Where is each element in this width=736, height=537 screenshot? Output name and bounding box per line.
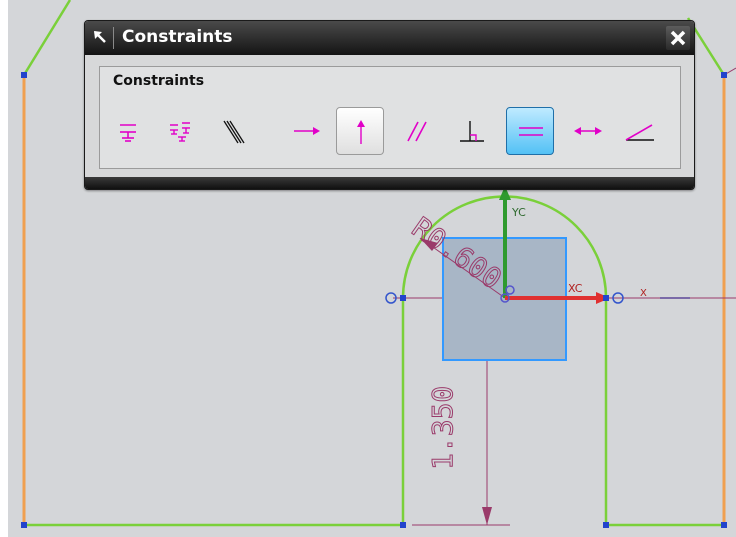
- fully-fixed-icon: [170, 122, 190, 142]
- fixed-button[interactable]: [104, 107, 152, 155]
- left-upper-line: [22, 0, 72, 76]
- collinear-icon: [223, 120, 245, 144]
- fixed-icon: [120, 124, 136, 142]
- constant-angle-icon: [625, 124, 654, 141]
- group-label: Constraints: [113, 73, 205, 89]
- vertical-button[interactable]: [336, 107, 384, 155]
- close-button[interactable]: [666, 26, 690, 50]
- dialog-footer: [85, 177, 694, 189]
- close-icon: [670, 30, 686, 46]
- pin-icon[interactable]: [91, 28, 111, 48]
- constant-angle-button[interactable]: [616, 107, 664, 155]
- constant-length-button[interactable]: [564, 107, 612, 155]
- vertical-icon: [357, 120, 365, 144]
- parallel-button[interactable]: [394, 107, 442, 155]
- horizontal-icon: [294, 127, 320, 135]
- constraints-dialog: Constraints Constraints: [84, 20, 695, 190]
- graphics-window[interactable]: 1.350 R0.600 YC XC X Constraints Constra…: [0, 0, 736, 537]
- title-separator: [113, 27, 114, 49]
- fully-fixed-button[interactable]: [156, 107, 204, 155]
- vertical-dimension-text: 1.350: [426, 386, 459, 470]
- collinear-button[interactable]: [208, 107, 256, 155]
- equal-length-icon: [519, 127, 543, 136]
- dialog-titlebar[interactable]: Constraints: [85, 21, 694, 55]
- perpendicular-button[interactable]: [448, 107, 496, 155]
- x-label: X: [640, 288, 647, 299]
- perpendicular-icon: [460, 121, 484, 142]
- horizontal-button[interactable]: [286, 107, 334, 155]
- dialog-title: Constraints: [122, 27, 233, 47]
- constant-length-icon: [574, 127, 602, 135]
- yc-label: YC: [511, 206, 526, 219]
- parallel-icon: [407, 121, 427, 142]
- constraints-group: Constraints: [99, 66, 681, 169]
- equal-length-button[interactable]: [506, 107, 554, 155]
- xc-label: XC: [568, 282, 583, 295]
